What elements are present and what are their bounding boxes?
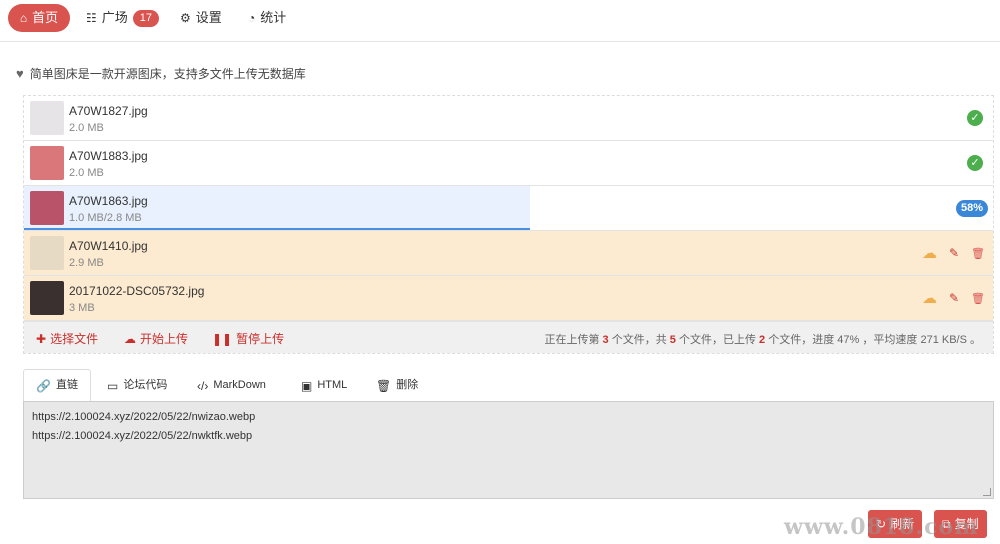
progress-percent-badge: 58% — [955, 200, 988, 217]
file-thumbnail — [30, 191, 64, 225]
file-size: 2.0 MB — [69, 122, 104, 134]
file-thumbnail — [30, 146, 64, 180]
nav-stats-label: 统计 — [260, 10, 287, 25]
description-text: 简单图床是一款开源图床，支持多文件上传无数据库 — [29, 67, 306, 81]
link-line: https://2.100024.xyz/2022/05/22/nwktfk.w… — [32, 430, 253, 442]
file-row: 20171022-DSC05732.jpg 3 MB ☁ ✎ 🗑 — [24, 276, 993, 321]
tab-html-label: HTML — [317, 379, 348, 391]
check-circle-icon: ✓ — [967, 155, 983, 171]
pause-icon: ❚❚ — [212, 331, 233, 346]
select-files-button[interactable]: ✚ 选择文件 — [36, 330, 98, 347]
nav-settings-label: 设置 — [195, 10, 222, 25]
file-name: A70W1410.jpg — [69, 239, 148, 253]
nav-home-label: 首页 — [32, 10, 59, 25]
file-thumbnail — [30, 236, 64, 270]
nav-home[interactable]: ⌂ 首页 — [8, 4, 70, 32]
status-text: 。 — [970, 334, 981, 346]
file-row: A70W1883.jpg 2.0 MB ✓ — [24, 141, 993, 186]
check-circle-icon: ✓ — [967, 110, 983, 126]
tab-direct-link[interactable]: 🔗 直链 — [23, 369, 91, 402]
heart-icon: ♥ — [16, 66, 24, 81]
tab-html[interactable]: ▣ HTML — [289, 369, 359, 402]
status-text: 正在上传第 — [544, 334, 600, 346]
code-icon: ‹/› — [197, 378, 209, 393]
file-name: A70W1883.jpg — [69, 149, 148, 163]
link-format-tabs: 🔗 直链 ▭ 论坛代码 ‹/› MarkDown ▣ HTML 🗑 删除 — [23, 369, 994, 402]
link-icon: 🔗 — [36, 378, 51, 393]
status-text: 个文件，已上传 — [678, 334, 756, 346]
select-files-label: 选择文件 — [50, 332, 99, 346]
status-current: 3 — [602, 334, 609, 346]
file-size: 3 MB — [69, 302, 95, 314]
plus-icon: ✚ — [36, 331, 47, 346]
upload-status-text: 正在上传第 3 个文件，共 5 个文件，已上传 2 个文件，进度 47% ，平均… — [544, 331, 981, 347]
tab-markdown-label: MarkDown — [213, 379, 266, 391]
site-description: ♥ 简单图床是一款开源图床，支持多文件上传无数据库 — [16, 65, 306, 82]
pencil-icon[interactable]: ✎ — [949, 291, 959, 305]
tab-delete-label: 删除 — [396, 379, 419, 391]
status-text: 个文件，共 — [611, 334, 667, 346]
tab-direct-label: 直链 — [55, 379, 78, 391]
upload-toolbar: ✚ 选择文件 ☁ 开始上传 ❚❚ 暂停上传 正在上传第 3 个文件，共 5 个文… — [24, 321, 993, 353]
link-line: https://2.100024.xyz/2022/05/22/nwizao.w… — [32, 411, 256, 423]
file-actions: ☁ ✎ 🗑 — [922, 289, 985, 307]
file-size: 2.9 MB — [69, 257, 104, 269]
comment-icon: ▭ — [107, 378, 119, 393]
nav-stats[interactable]: ◔ 统计 — [248, 4, 286, 32]
file-row: A70W1863.jpg 1.0 MB/2.8 MB 58% — [24, 186, 993, 231]
resize-handle[interactable] — [983, 488, 991, 496]
nav-settings[interactable]: ⚙ 设置 — [180, 4, 222, 32]
file-thumbnail — [30, 101, 64, 135]
status-progress: 47% — [837, 334, 860, 346]
trash-icon[interactable]: 🗑 — [971, 247, 985, 260]
file-actions: ☁ ✎ 🗑 — [922, 244, 985, 262]
file-size: 2.0 MB — [69, 167, 104, 179]
nav-plaza[interactable]: ☷ 广场 17 — [86, 4, 160, 32]
trash-icon[interactable]: 🗑 — [971, 292, 985, 305]
start-upload-label: 开始上传 — [140, 332, 189, 346]
status-text: ，平均速度 — [862, 334, 918, 346]
status-speed: 271 KB/S — [920, 334, 967, 346]
file-name: A70W1827.jpg — [69, 104, 148, 118]
plaza-count-badge: 17 — [132, 9, 160, 27]
tab-forum-code[interactable]: ▭ 论坛代码 — [95, 369, 179, 402]
cloud-upload-icon[interactable]: ☁ — [922, 244, 937, 262]
html5-icon: ▣ — [301, 378, 313, 393]
pie-chart-icon: ◔ — [248, 11, 256, 25]
upload-panel: A70W1827.jpg 2.0 MB ✓ A70W1883.jpg 2.0 M… — [23, 95, 994, 354]
cloud-upload-icon: ☁ — [124, 331, 136, 346]
pause-upload-button[interactable]: ❚❚ 暂停上传 — [212, 330, 284, 347]
pause-upload-label: 暂停上传 — [236, 332, 285, 346]
tab-delete[interactable]: 🗑 删除 — [364, 369, 430, 402]
pencil-icon[interactable]: ✎ — [949, 246, 959, 260]
status-total: 5 — [669, 334, 676, 346]
cloud-upload-icon[interactable]: ☁ — [922, 289, 937, 307]
start-upload-button[interactable]: ☁ 开始上传 — [124, 330, 188, 347]
watermark: www.0818.com — [784, 514, 979, 540]
links-textarea[interactable]: https://2.100024.xyz/2022/05/22/nwizao.w… — [23, 401, 994, 499]
status-text: 个文件，进度 — [768, 334, 835, 346]
file-name: 20171022-DSC05732.jpg — [69, 284, 205, 298]
top-nav: ⌂ 首页 ☷ 广场 17 ⚙ 设置 ◔ 统计 — [0, 0, 1000, 42]
home-icon: ⌂ — [19, 11, 28, 25]
tab-forum-label: 论坛代码 — [123, 379, 168, 391]
tab-markdown[interactable]: ‹/› MarkDown — [185, 369, 278, 402]
grid-icon: ☷ — [86, 11, 97, 25]
file-row: A70W1827.jpg 2.0 MB ✓ — [24, 96, 993, 141]
file-row: A70W1410.jpg 2.9 MB ☁ ✎ 🗑 — [24, 231, 993, 276]
file-size: 1.0 MB/2.8 MB — [69, 212, 142, 224]
status-uploaded: 2 — [759, 334, 766, 346]
file-thumbnail — [30, 281, 64, 315]
gears-icon: ⚙ — [180, 11, 191, 25]
file-name: A70W1863.jpg — [69, 194, 148, 208]
nav-plaza-label: 广场 — [101, 10, 128, 25]
trash-icon: 🗑 — [376, 378, 392, 393]
